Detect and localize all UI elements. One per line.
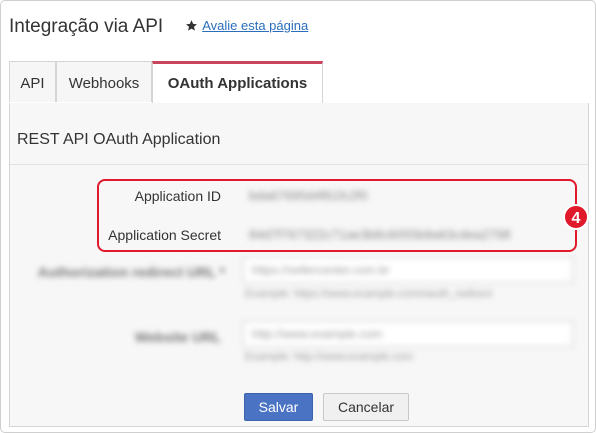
cancel-button[interactable]: Cancelar bbox=[323, 393, 409, 421]
highlight-box bbox=[97, 179, 577, 252]
save-button[interactable]: Salvar bbox=[244, 393, 313, 421]
redirect-url-help: Example: https://www.example.com/oauth_r… bbox=[245, 288, 493, 300]
redirect-url-label: Authorization redirect URL * bbox=[37, 264, 225, 280]
redirect-url-input[interactable]: https://sellercenter.com.br bbox=[243, 257, 573, 283]
rate-page[interactable]: Avalie esta página bbox=[185, 18, 308, 33]
website-url-help: Example: http://www.example.com bbox=[245, 351, 414, 363]
tab-oauth-applications[interactable]: OAuth Applications bbox=[152, 61, 323, 104]
page-header: Integração via API Avalie esta página bbox=[9, 16, 308, 38]
page-title: Integração via API bbox=[9, 16, 164, 37]
window-frame: Integração via API Avalie esta página AP… bbox=[0, 0, 596, 433]
tab-api[interactable]: API bbox=[9, 61, 56, 102]
star-icon bbox=[186, 20, 198, 31]
website-url-input[interactable]: http://www.example.com bbox=[243, 321, 573, 347]
rate-page-link[interactable]: Avalie esta página bbox=[202, 18, 308, 33]
step-badge: 4 bbox=[563, 204, 589, 230]
tab-webhooks[interactable]: Webhooks bbox=[56, 61, 152, 102]
website-url-label: Website URL bbox=[134, 329, 221, 345]
tab-bar: API Webhooks OAuth Applications bbox=[9, 61, 589, 104]
section-title: REST API OAuth Application bbox=[17, 131, 221, 148]
section-divider bbox=[10, 164, 588, 165]
